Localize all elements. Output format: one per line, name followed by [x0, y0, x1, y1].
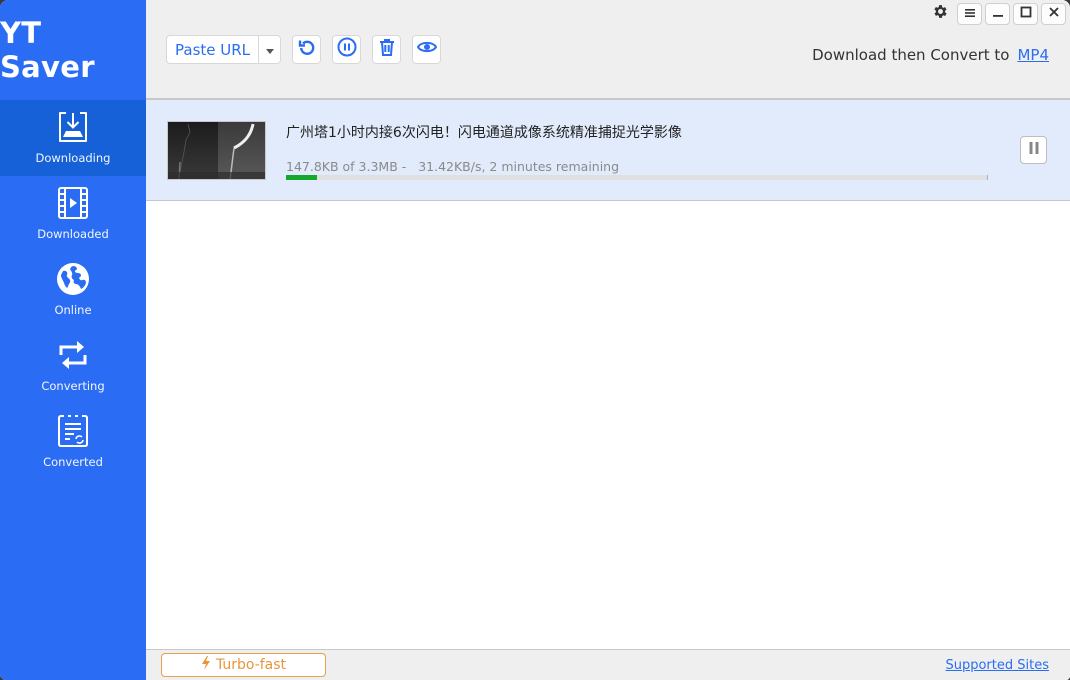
main-panel: Paste URL Download then Convert to MP4 广…: [146, 0, 1070, 680]
convert-setting: Download then Convert to MP4: [812, 46, 1049, 64]
paste-url-dropdown[interactable]: [259, 35, 282, 64]
window-controls: [929, 3, 1066, 25]
convert-label: Download then Convert to: [812, 46, 1010, 64]
gear-icon: [932, 3, 949, 25]
pause-all-button[interactable]: [332, 35, 362, 64]
maximize-icon: [1020, 5, 1032, 23]
sidebar-item-converted[interactable]: Converted: [0, 404, 146, 480]
pause-circle-icon: [337, 37, 357, 62]
caret-down-icon: [265, 41, 274, 59]
action-toolbar: Paste URL: [166, 35, 452, 64]
menu-button[interactable]: [957, 3, 982, 25]
preview-button[interactable]: [412, 35, 442, 64]
sidebar-item-downloading[interactable]: Downloading: [0, 100, 146, 176]
footer-bar: Turbo-fast Supported Sites: [146, 649, 1070, 680]
sidebar-item-online[interactable]: Online: [0, 252, 146, 328]
globe-icon: [56, 262, 90, 296]
refresh-button[interactable]: [292, 35, 322, 64]
video-thumbnail: [167, 121, 266, 180]
sidebar-item-converting[interactable]: Converting: [0, 328, 146, 404]
download-icon: [56, 110, 90, 144]
turbo-fast-button[interactable]: Turbo-fast: [161, 653, 326, 677]
lightning-icon: [201, 656, 211, 674]
close-button[interactable]: [1041, 3, 1066, 25]
sidebar-item-label: Downloaded: [37, 227, 109, 241]
paste-url-button[interactable]: Paste URL: [166, 35, 260, 64]
sidebar-item-downloaded[interactable]: Downloaded: [0, 176, 146, 252]
download-list: 广州塔1小时内接6次闪电！闪电通道成像系统精准捕捉光学影像 147.8KB of…: [146, 100, 1070, 649]
convert-arrows-icon: [56, 338, 90, 372]
download-progress-bar: [286, 175, 988, 180]
minimize-icon: [992, 5, 1004, 23]
sidebar-item-label: Online: [54, 303, 92, 317]
delete-button[interactable]: [372, 35, 402, 64]
eye-icon: [416, 40, 437, 59]
maximize-button[interactable]: [1013, 3, 1038, 25]
menu-icon: [964, 5, 976, 23]
close-icon: [1048, 5, 1060, 23]
turbo-fast-label: Turbo-fast: [215, 657, 287, 673]
sidebar: YT Saver Downloading Downloaded Online C…: [0, 0, 146, 680]
film-icon: [56, 186, 90, 220]
settings-button[interactable]: [929, 3, 951, 25]
refresh-icon: [298, 38, 316, 61]
download-status: 147.8KB of 3.3MB - 31.42KB/s, 2 minutes …: [286, 159, 620, 174]
app-logo: YT Saver: [0, 16, 95, 84]
trash-icon: [379, 38, 395, 61]
supported-sites-link[interactable]: Supported Sites: [945, 658, 1049, 673]
download-title: 广州塔1小时内接6次闪电！闪电通道成像系统精准捕捉光学影像: [286, 125, 682, 141]
app-window: YT Saver Downloading Downloaded Online C…: [0, 0, 1070, 680]
converted-doc-icon: [56, 414, 90, 448]
download-progress-fill: [286, 175, 317, 180]
sidebar-item-label: Converting: [41, 379, 105, 393]
top-toolbar: Paste URL Download then Convert to MP4: [146, 0, 1070, 100]
sidebar-item-label: Converted: [43, 455, 103, 469]
pause-download-button[interactable]: [1020, 136, 1047, 164]
sidebar-item-label: Downloading: [35, 151, 111, 165]
convert-format-link[interactable]: MP4: [1017, 46, 1049, 64]
download-row[interactable]: 广州塔1小时内接6次闪电！闪电通道成像系统精准捕捉光学影像 147.8KB of…: [146, 100, 1070, 201]
minimize-button[interactable]: [985, 3, 1010, 25]
pause-icon: [1028, 141, 1040, 160]
